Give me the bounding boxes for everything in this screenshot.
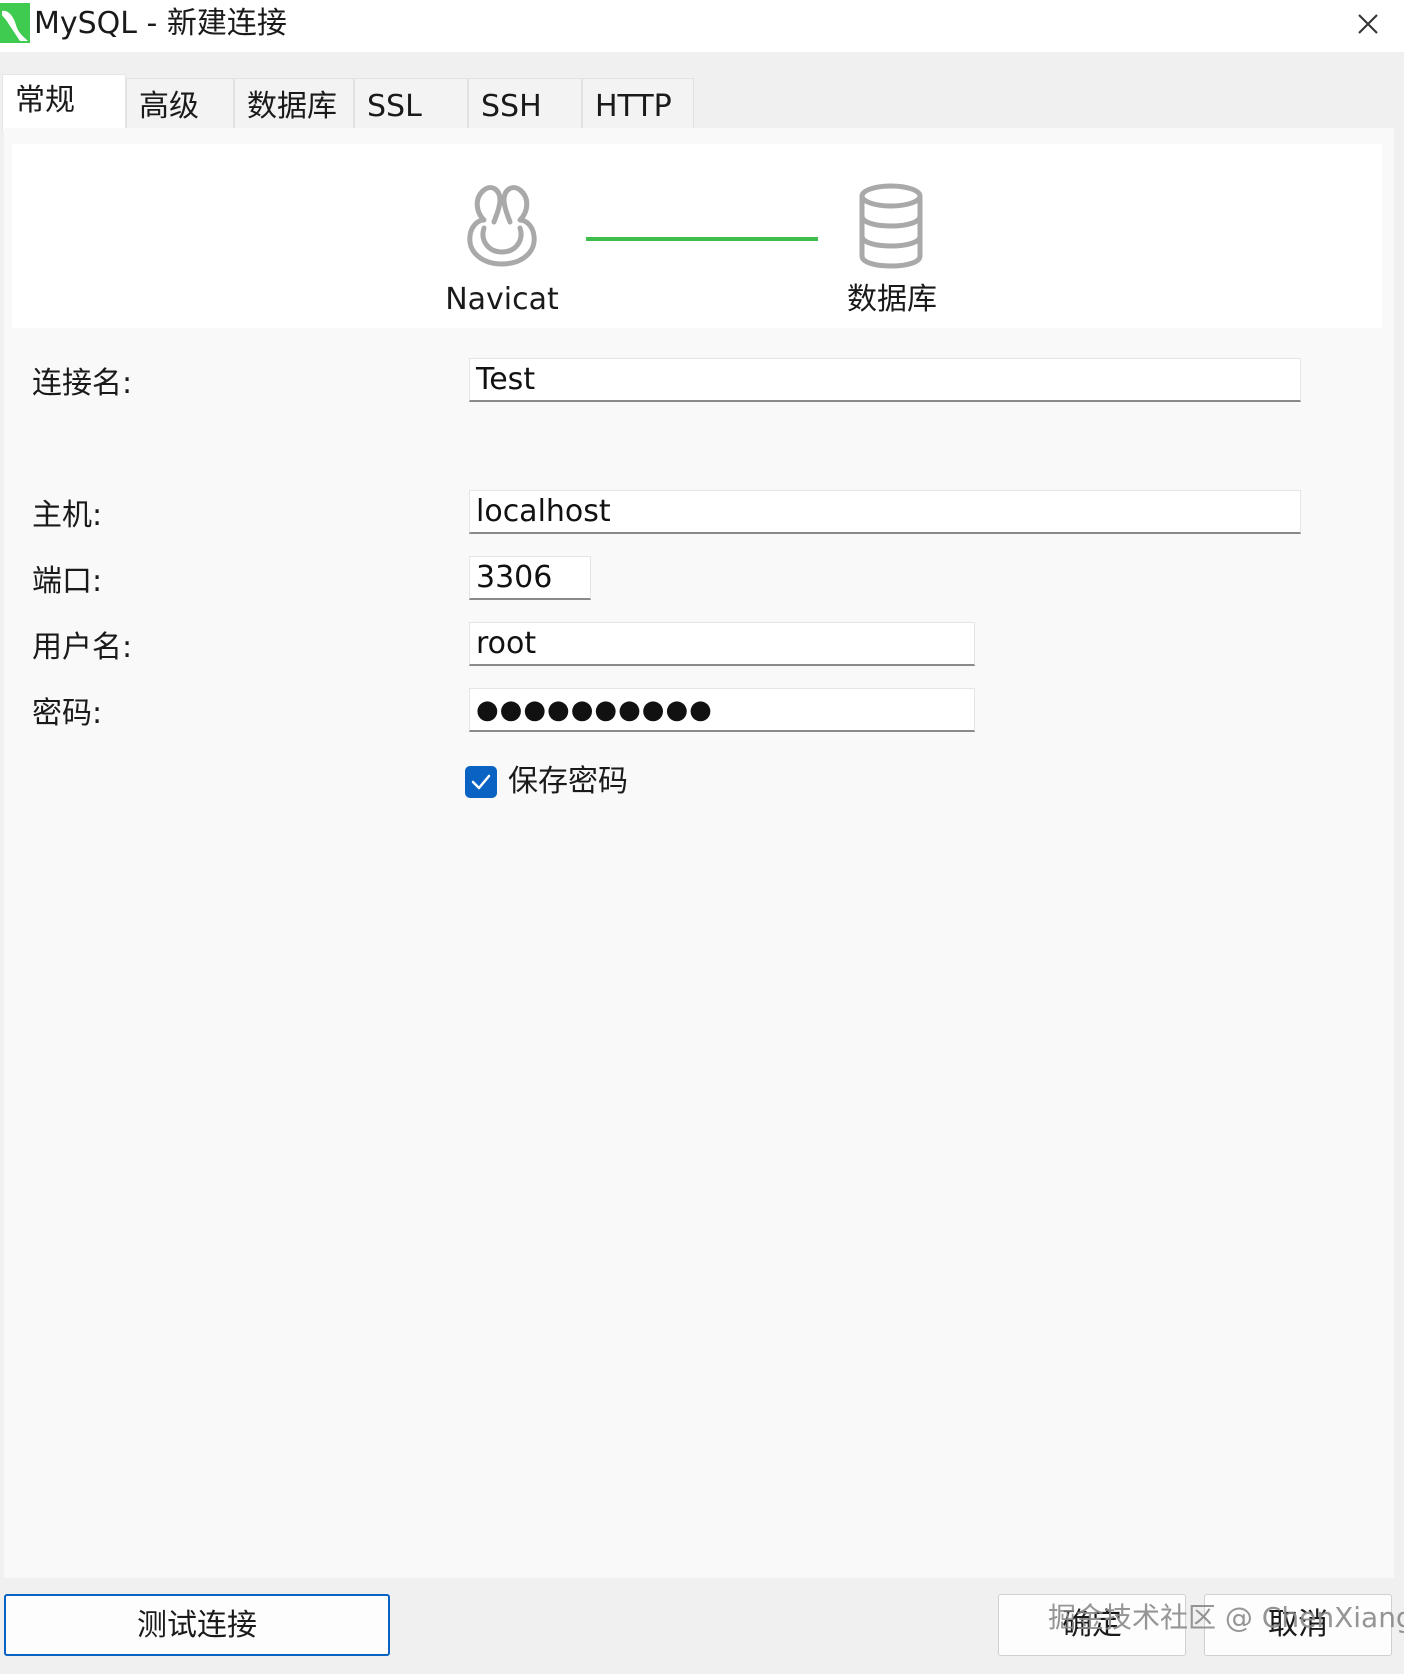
tab-ssl[interactable]: SSL	[354, 78, 468, 128]
checkmark-icon	[471, 774, 491, 790]
port-label: 端口:	[32, 564, 103, 599]
title-bar: MySQL - 新建连接	[0, 0, 1404, 52]
tab-databases[interactable]: 数据库	[234, 78, 354, 128]
connection-name-label: 连接名:	[32, 366, 133, 401]
username-label: 用户名:	[32, 630, 133, 665]
save-password-checkbox[interactable]	[465, 766, 497, 798]
close-icon	[1358, 14, 1378, 34]
connection-diagram: Navicat 数据库	[12, 144, 1382, 328]
username-input[interactable]: root	[469, 622, 975, 666]
port-input[interactable]: 3306	[469, 556, 591, 600]
general-panel: Navicat 数据库 连接名: Test 主机: localhost 端口: …	[4, 128, 1394, 1578]
tab-general[interactable]: 常规	[2, 74, 126, 130]
window-title: MySQL - 新建连接	[34, 6, 287, 41]
host-label: 主机:	[32, 498, 103, 533]
database-icon	[859, 183, 923, 269]
tab-strip: 常规 高级 数据库 SSL SSH HTTP	[0, 74, 1404, 130]
save-password-label[interactable]: 保存密码	[508, 762, 628, 802]
database-label: 数据库	[847, 282, 937, 317]
close-button[interactable]	[1350, 6, 1386, 42]
tab-ssh[interactable]: SSH	[468, 78, 582, 128]
connection-line	[586, 237, 818, 241]
host-input[interactable]: localhost	[469, 490, 1301, 534]
password-input[interactable]: ●●●●●●●●●●	[469, 688, 975, 732]
test-connection-button[interactable]: 测试连接	[4, 1594, 390, 1656]
connection-name-input[interactable]: Test	[469, 358, 1301, 402]
tab-http[interactable]: HTTP	[582, 78, 694, 128]
app-icon	[0, 3, 30, 43]
watermark: 掘金技术社区 @ ChenXiang	[1048, 1601, 1404, 1634]
navicat-logo-icon	[467, 185, 537, 267]
password-label: 密码:	[32, 696, 103, 731]
tab-advanced[interactable]: 高级	[126, 78, 234, 128]
navicat-label: Navicat	[445, 282, 559, 317]
